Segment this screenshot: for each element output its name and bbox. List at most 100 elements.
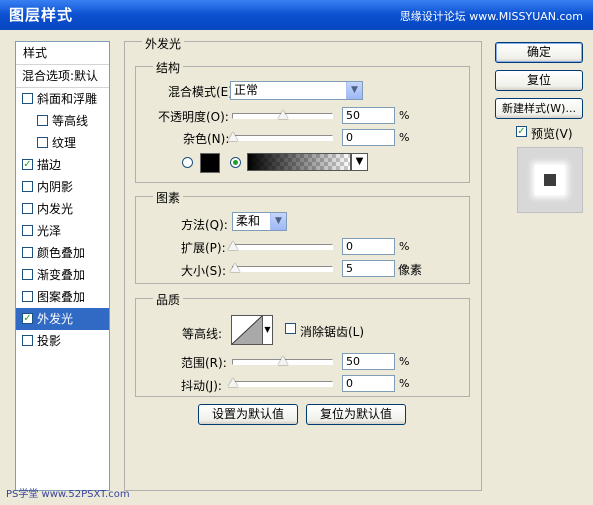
style-item-checkbox[interactable] bbox=[37, 137, 48, 148]
range-slider-thumb[interactable] bbox=[277, 356, 288, 365]
outer-glow-panel: 外发光 结构 混合模式(E): 正常 ▼ 不透明度(O): 50 % 杂色(N)… bbox=[124, 35, 482, 491]
style-item[interactable]: 内阴影 bbox=[16, 176, 109, 198]
noise-slider-thumb[interactable] bbox=[228, 132, 238, 141]
style-item[interactable]: 等高线 bbox=[16, 110, 109, 132]
noise-input[interactable]: 0 bbox=[342, 129, 395, 146]
spread-unit: % bbox=[399, 240, 410, 253]
style-item[interactable]: 投影 bbox=[16, 330, 109, 352]
style-item-checkbox[interactable] bbox=[37, 115, 48, 126]
style-item-checkbox[interactable] bbox=[22, 93, 33, 104]
style-item-label: 等高线 bbox=[52, 114, 89, 128]
style-item[interactable]: 光泽 bbox=[16, 220, 109, 242]
jitter-unit: % bbox=[399, 377, 410, 390]
style-item[interactable]: ✓ 外发光 bbox=[16, 308, 109, 330]
style-item[interactable]: 内发光 bbox=[16, 198, 109, 220]
method-select[interactable]: 柔和 ▼ bbox=[232, 212, 287, 231]
size-input[interactable]: 5 bbox=[342, 260, 395, 277]
title-bar: 图层样式 思缘设计论坛 www.MISSYUAN.com bbox=[0, 0, 593, 30]
new-style-button[interactable]: 新建样式(W)... bbox=[495, 98, 583, 119]
style-item-checkbox[interactable] bbox=[22, 181, 33, 192]
contour-dropdown-icon[interactable]: ▼ bbox=[263, 315, 273, 345]
opacity-slider[interactable] bbox=[232, 110, 333, 119]
style-item-checkbox[interactable] bbox=[22, 203, 33, 214]
chevron-down-icon: ▼ bbox=[346, 82, 362, 99]
style-item[interactable]: ✓ 描边 bbox=[16, 154, 109, 176]
style-item-checkbox[interactable] bbox=[22, 291, 33, 302]
style-items: 斜面和浮雕等高线纹理 ✓ 描边内阴影内发光光泽颜色叠加渐变叠加图案叠加 ✓ 外发光投影 bbox=[16, 88, 109, 352]
antialias-checkbox[interactable] bbox=[285, 323, 296, 334]
range-slider[interactable] bbox=[232, 356, 333, 365]
gradient-swatch[interactable] bbox=[247, 153, 351, 171]
style-item[interactable]: 颜色叠加 bbox=[16, 242, 109, 264]
jitter-slider[interactable] bbox=[228, 378, 333, 387]
blend-options-item[interactable]: 混合选项:默认 bbox=[16, 65, 109, 88]
styles-header[interactable]: 样式 bbox=[16, 42, 109, 65]
preview-thumbnail bbox=[535, 165, 565, 195]
style-list-panel: 样式 混合选项:默认 斜面和浮雕等高线纹理 ✓ 描边内阴影内发光光泽颜色叠加渐变叠加… bbox=[15, 41, 110, 491]
jitter-input[interactable]: 0 bbox=[342, 375, 395, 392]
style-item-checkbox[interactable]: ✓ bbox=[22, 159, 33, 170]
style-item-label: 外发光 bbox=[37, 312, 74, 326]
structure-title: 结构 bbox=[153, 59, 184, 76]
style-item-label: 光泽 bbox=[37, 224, 62, 238]
reset-button[interactable]: 复位 bbox=[495, 70, 583, 91]
style-item-checkbox[interactable] bbox=[22, 269, 33, 280]
opacity-input[interactable]: 50 bbox=[342, 107, 395, 124]
jitter-label: 抖动(J): bbox=[181, 379, 222, 393]
size-slider[interactable] bbox=[229, 263, 333, 272]
chevron-down-icon: ▼ bbox=[270, 213, 286, 230]
opacity-slider-thumb[interactable] bbox=[277, 110, 288, 119]
spread-slider[interactable] bbox=[228, 241, 333, 250]
spread-slider-thumb[interactable] bbox=[228, 241, 238, 250]
blend-mode-label: 混合模式(E): bbox=[168, 85, 237, 99]
style-item-label: 描边 bbox=[37, 158, 62, 172]
opacity-unit: % bbox=[399, 109, 410, 122]
top-watermark: 思缘设计论坛 www.MISSYUAN.com bbox=[399, 10, 583, 23]
style-item[interactable]: 图案叠加 bbox=[16, 286, 109, 308]
quality-group: 品质 等高线: ▼ 消除锯齿(L) 范围(R): 50 % 抖动(J): 0 % bbox=[135, 291, 470, 397]
range-unit: % bbox=[399, 355, 410, 368]
noise-slider[interactable] bbox=[228, 132, 333, 141]
gradient-dropdown-icon[interactable]: ▼ bbox=[351, 153, 368, 171]
window-title: 图层样式 bbox=[9, 6, 74, 24]
style-item[interactable]: 渐变叠加 bbox=[16, 264, 109, 286]
size-slider-thumb[interactable] bbox=[229, 263, 240, 272]
contour-curve-icon bbox=[231, 315, 263, 345]
gradient-radio[interactable] bbox=[230, 157, 241, 168]
spread-label: 扩展(P): bbox=[181, 241, 226, 255]
style-item[interactable]: 纹理 bbox=[16, 132, 109, 154]
footer-watermark: PS学堂 www.52PSXT.com bbox=[6, 489, 130, 500]
glow-color-swatch[interactable] bbox=[200, 153, 220, 173]
style-item-label: 纹理 bbox=[52, 136, 77, 150]
preview-checkbox[interactable]: ✓ bbox=[516, 126, 527, 137]
method-label: 方法(Q): bbox=[181, 218, 228, 232]
reset-default-button[interactable]: 复位为默认值 bbox=[306, 404, 406, 425]
size-unit: 像素 bbox=[398, 263, 423, 277]
style-item-label: 斜面和浮雕 bbox=[37, 92, 98, 106]
contour-label: 等高线: bbox=[182, 327, 223, 341]
set-default-button[interactable]: 设置为默认值 bbox=[198, 404, 298, 425]
jitter-slider-thumb[interactable] bbox=[228, 378, 238, 387]
style-preview bbox=[517, 147, 583, 213]
style-item-checkbox[interactable] bbox=[22, 335, 33, 346]
spread-input[interactable]: 0 bbox=[342, 238, 395, 255]
blend-mode-select[interactable]: 正常 ▼ bbox=[230, 81, 363, 100]
opacity-label: 不透明度(O): bbox=[158, 110, 229, 124]
contour-swatch[interactable] bbox=[231, 315, 263, 345]
style-item[interactable]: 斜面和浮雕 bbox=[16, 88, 109, 110]
style-item-checkbox[interactable] bbox=[22, 247, 33, 258]
solid-color-radio[interactable] bbox=[182, 157, 193, 168]
style-item-label: 颜色叠加 bbox=[37, 246, 86, 260]
style-item-checkbox[interactable] bbox=[22, 225, 33, 236]
preview-label: 预览(V) bbox=[531, 127, 573, 141]
antialias-label: 消除锯齿(L) bbox=[300, 325, 365, 339]
style-item-label: 图案叠加 bbox=[37, 290, 86, 304]
ok-button[interactable]: 确定 bbox=[495, 42, 583, 63]
quality-title: 品质 bbox=[153, 291, 184, 308]
style-item-checkbox[interactable]: ✓ bbox=[22, 313, 33, 324]
elements-title: 图素 bbox=[153, 189, 184, 206]
blend-mode-value: 正常 bbox=[234, 83, 259, 97]
outer-glow-title: 外发光 bbox=[142, 35, 185, 52]
style-item-label: 内阴影 bbox=[37, 180, 74, 194]
range-input[interactable]: 50 bbox=[342, 353, 395, 370]
